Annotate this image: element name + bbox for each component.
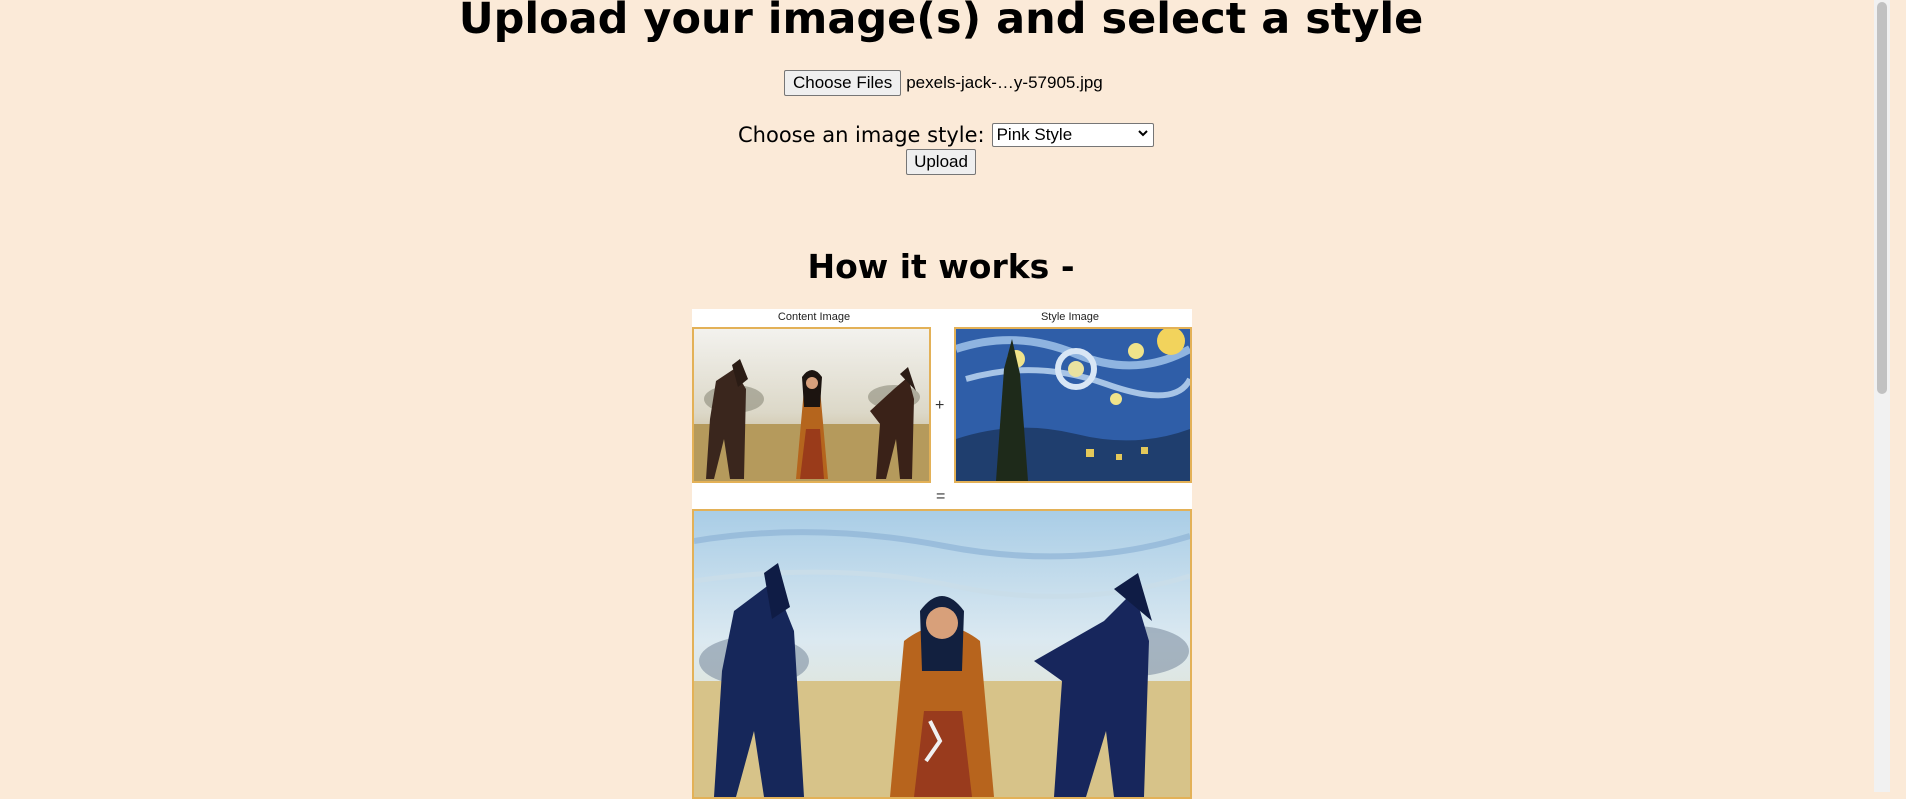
style-selector-row: Choose an image style: Pink Style [738,122,1154,148]
plus-symbol: + [935,397,945,414]
page-title: Upload your image(s) and select a style [458,0,1424,44]
how-it-works-heading: How it works - [807,247,1075,286]
style-select-value: Pink Style [996,125,1073,144]
content-image-caption: Content Image [777,311,851,323]
file-picker: Choose Files pexels-jack-…y-57905.jpg [784,70,1103,96]
equals-symbol: = [936,488,946,505]
how-it-works-diagram: Content Image Style Image + = [692,309,1192,799]
vertical-scrollbar[interactable] [1874,0,1890,792]
style-image [954,327,1192,483]
scrollbar-thumb[interactable] [1877,2,1887,394]
choose-files-button[interactable]: Choose Files [784,70,902,96]
style-image-caption: Style Image [1040,311,1100,323]
chevron-down-icon [1137,126,1149,142]
style-label: Choose an image style: [738,123,985,147]
upload-button[interactable]: Upload [906,149,976,175]
style-select[interactable]: Pink Style [991,123,1154,147]
selected-file-name: pexels-jack-…y-57905.jpg [906,73,1103,92]
stylized-output-image [692,509,1192,799]
page-main: Upload your image(s) and select a style … [0,0,1890,799]
content-image [692,327,931,483]
